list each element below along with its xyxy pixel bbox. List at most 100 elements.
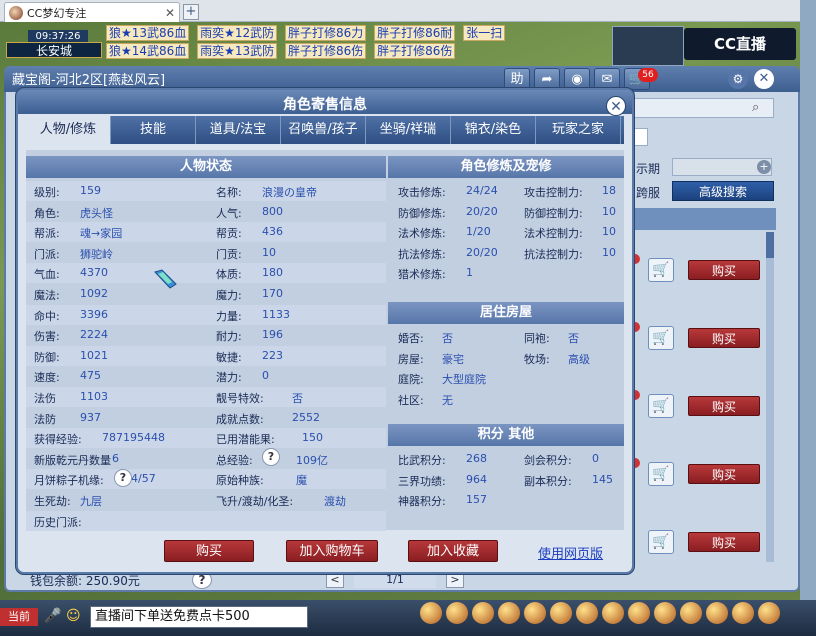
tab-outfits[interactable]: 锦衣/染色 [451,116,536,144]
side-strip [800,0,816,612]
stat-right-row-label: 帮贡: [216,227,242,241]
prev-page-button[interactable]: < [326,572,344,588]
dialog-title: 角色寄售信息 [283,97,367,113]
skill-slot-icon[interactable] [602,602,624,624]
skill-slot-icon[interactable] [420,602,442,624]
advanced-search-button[interactable]: 高级搜索 [672,181,774,201]
cbg-close-button[interactable]: ✕ [754,69,774,89]
control-row-value: 10 [602,225,616,239]
channel-current-button[interactable]: 当前 [0,608,38,626]
skill-slot-icon[interactable] [654,602,676,624]
help-icon[interactable]: ? [114,469,132,487]
buy-button[interactable]: 购买 [164,540,254,562]
skill-slot-icon[interactable] [550,602,572,624]
stat-left-row-value: 1021 [80,348,108,362]
emoji-icon[interactable]: ☺ [66,608,81,624]
stat-right-row-label: 靓号特效: [216,392,264,405]
list-scrollbar[interactable] [766,232,774,562]
skill-slot-icon[interactable] [576,602,598,624]
message-icon[interactable]: ✉ [594,68,620,90]
points-row: 神器积分: 157 [398,493,487,509]
buy-button[interactable]: 购买 [688,328,760,348]
control-row-value: 10 [602,245,616,259]
browser-tab[interactable]: CC梦幻专注 ✕ [4,2,180,22]
gear-icon[interactable]: ⚙ [728,69,748,89]
stat-left-row-label: 法伤 [34,392,56,405]
help-icon[interactable]: ? [262,448,280,466]
cart-icon[interactable]: 🛒 [648,530,674,554]
location-label[interactable]: 长安城 [6,42,102,58]
cart-icon[interactable]: 🛒 [648,394,674,418]
dialog-close-button[interactable]: ✕ [606,96,626,116]
house-row: 社区: 无 [398,392,453,408]
mic-icon[interactable]: 🎤 [44,608,61,624]
stat-right-row: 已用潜能果: 150 [216,431,323,447]
tab-mounts[interactable]: 坐骑/祥瑞 [366,116,451,144]
skill-slot-icon[interactable] [628,602,650,624]
house-row-label: 社区: [398,393,424,407]
tab-pets[interactable]: 召唤兽/孩子 [281,116,366,144]
tab-character[interactable]: 人物/修炼 [26,116,111,144]
skill-slot-icon[interactable] [446,602,468,624]
stat-right-row-label: 原始种族: [216,474,264,488]
tab-items[interactable]: 道具/法宝 [196,116,281,144]
help-button[interactable]: 助 [504,68,530,90]
house-row-2-value: 否 [568,332,579,345]
house-row-2-label: 牧场: [524,352,550,366]
tab-skills[interactable]: 技能 [111,116,196,144]
add-to-cart-button[interactable]: 加入购物车 [286,540,378,562]
skill-slot-icon[interactable] [498,602,520,624]
list-scroll-thumb[interactable] [766,232,774,258]
cart-icon[interactable]: 🛒 [648,258,674,282]
add-to-favorites-button[interactable]: 加入收藏 [408,540,498,562]
stat-right-row-label: 成就点数: [216,412,264,426]
stat-left-row: 气血: 4370 [34,266,108,282]
stat-right-row: 魔力: 170 [216,287,283,303]
skill-slot-icon[interactable] [472,602,494,624]
new-tab-button[interactable]: + [183,4,199,20]
cultivation-row-label: 攻击修炼: [398,186,446,199]
stat-left-row-value: 4370 [80,266,108,280]
skill-slot-icon[interactable] [524,602,546,624]
buy-button[interactable]: 购买 [688,396,760,416]
stop-icon[interactable]: ◉ [564,68,590,90]
stat-left-row-label: 历史门派: [34,515,82,529]
team-panel[interactable] [612,26,684,66]
buy-button[interactable]: 购买 [688,532,760,552]
stat-right-row: 潜力: 0 [216,369,269,385]
list-item: 🛒 购买 [648,258,764,284]
stat-right-row: 成就点数: 2552 [216,411,320,427]
stat-right-row: 门贡: 10 [216,246,276,262]
ticker-item: 狼★13武86血 [106,25,190,41]
stat-right-row-label: 名称: [216,186,242,199]
stat-right-row-label: 力量: [216,309,242,323]
skill-slot-icon[interactable] [706,602,728,624]
stat-left-row-value: 3396 [80,307,108,321]
filter-box[interactable] [632,128,648,146]
use-web-version-link[interactable]: 使用网页版 [538,543,603,562]
cultivation-row: 法术修炼: 1/20 [398,225,491,241]
buy-button[interactable]: 购买 [688,464,760,484]
ticker-item: 胖子打修86力 [285,25,367,41]
stat-left-row-value: 2224 [80,328,108,342]
tab-home[interactable]: 玩家之家 [536,116,621,144]
control-row-label: 攻击控制力: [524,186,583,199]
stat-right-row-value: 170 [262,287,283,300]
cart-icon[interactable]: 🛒 [648,462,674,486]
next-page-button[interactable]: > [446,572,464,588]
plus-icon[interactable]: + [757,160,771,174]
buy-button[interactable]: 购买 [688,260,760,280]
cultivation-row: 防御修炼: 20/20 [398,205,498,221]
skill-slot-icon[interactable] [732,602,754,624]
share-icon[interactable]: ➦ [534,68,560,90]
skill-slot-icon[interactable] [758,602,780,624]
stat-left-row-value: 狮驼岭 [80,247,113,261]
control-row-value: 18 [602,184,616,197]
close-tab-icon[interactable]: ✕ [165,6,175,20]
skill-slot-icon[interactable] [680,602,702,624]
chat-input[interactable]: 直播间下单送免费点卡500 [90,606,308,628]
cart-icon[interactable]: 🛒 [648,326,674,350]
house-row-value: 无 [442,393,453,407]
stat-right-row-label: 耐力: [216,330,242,344]
search-icon[interactable]: ⌕ [752,100,759,115]
